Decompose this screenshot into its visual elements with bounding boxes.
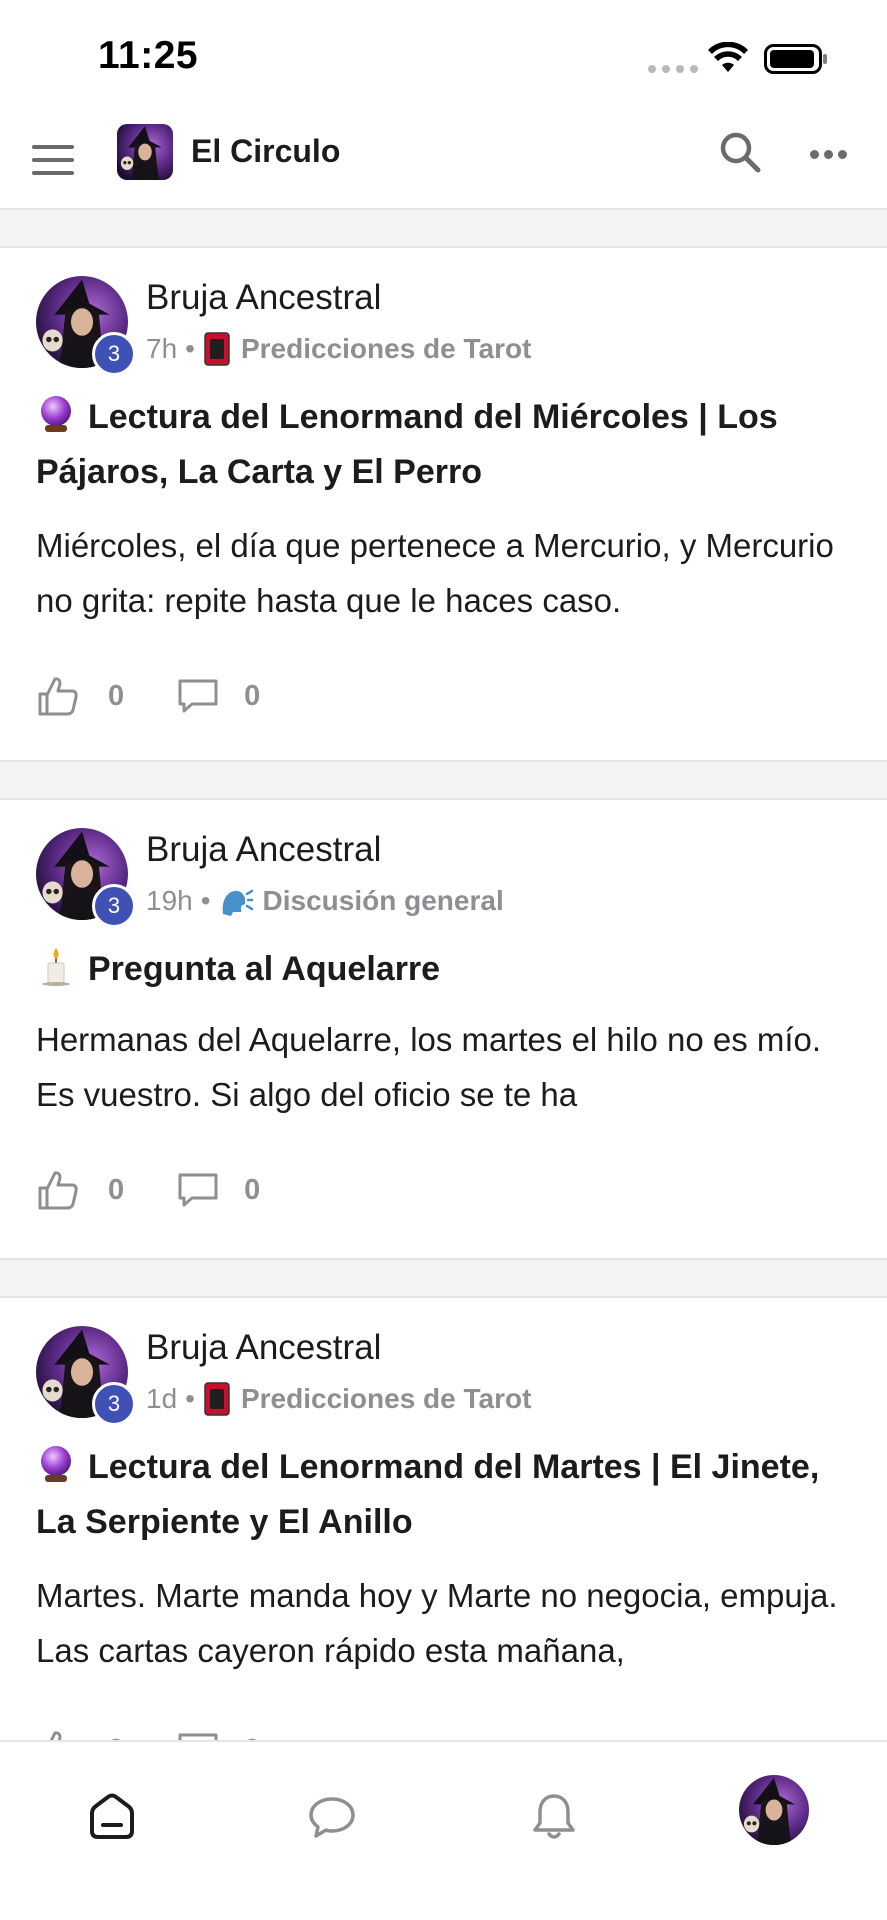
status-bar: 11:25 [0,0,887,110]
post-actions: 0 0 [36,1168,260,1212]
post-card[interactable]: 3 Bruja Ancestral 19h • Discusión genera… [0,800,887,1260]
feed-separator [0,1260,887,1298]
battery-icon [764,44,827,74]
post-meta: 1d • Predicciones de Tarot [146,1382,531,1416]
meta-separator: • [200,885,211,916]
post-time: 1d [146,1383,178,1414]
tab-profile[interactable] [738,1774,810,1846]
post-title[interactable]: Lectura del Lenormand del Martes | El Ji… [36,1440,856,1550]
post-title[interactable]: Pregunta al Aquelarre [36,942,856,997]
home-icon [90,1793,134,1839]
post-title-text: Pregunta al Aquelarre [88,950,441,988]
post-category[interactable]: Discusión general [263,885,504,917]
like-icon[interactable] [36,674,80,718]
wifi-icon [708,42,748,72]
post-time: 19h [146,885,193,916]
comment-icon[interactable] [176,1168,220,1212]
meta-separator: • [185,333,195,364]
author-avatar[interactable]: 3 [36,276,136,376]
post-actions: 0 0 [36,1728,260,1740]
post-actions: 0 0 [36,674,260,718]
post-category[interactable]: Predicciones de Tarot [241,333,531,365]
post-card[interactable]: 3 Bruja Ancestral 7h • Predicciones de T… [0,248,887,762]
feed-separator [0,210,887,248]
post-feed[interactable]: 3 Bruja Ancestral 7h • Predicciones de T… [0,210,887,1740]
like-icon[interactable] [36,1168,80,1212]
post-meta: 19h • Discusión general [146,884,504,918]
level-badge: 3 [92,1382,136,1426]
cellular-signal-icon [648,65,698,73]
post-excerpt[interactable]: Martes. Marte manda hoy y Marte no negoc… [36,1568,866,1678]
like-icon[interactable] [36,1728,80,1740]
feed-separator [0,762,887,800]
candle-emoji-icon [42,948,70,986]
like-count: 0 [108,679,125,712]
tab-home[interactable] [77,1782,147,1852]
author-avatar[interactable]: 3 [36,828,136,928]
comment-icon[interactable] [176,1728,220,1740]
level-badge: 3 [92,332,136,376]
like-count: 0 [108,1173,125,1206]
crystal-ball-emoji-icon [41,1446,71,1482]
post-title-text: Lectura del Lenormand del Miércoles | Lo… [36,398,778,491]
author-name[interactable]: Bruja Ancestral [146,1328,381,1368]
post-title-text: Lectura del Lenormand del Martes | El Ji… [36,1448,820,1541]
comment-count: 0 [244,679,261,712]
author-name[interactable]: Bruja Ancestral [146,278,381,318]
author-name[interactable]: Bruja Ancestral [146,830,381,870]
menu-icon[interactable] [32,138,76,182]
tab-notifications[interactable] [519,1782,589,1852]
more-icon[interactable] [810,134,858,174]
chat-icon [309,1797,355,1838]
tab-chat[interactable] [297,1782,367,1852]
community-logo[interactable] [117,124,173,180]
post-time: 7h [146,333,178,364]
comment-count: 0 [244,1173,261,1206]
community-title[interactable]: El Circulo [191,133,340,170]
search-icon[interactable] [716,128,764,176]
comment-icon[interactable] [176,674,220,718]
tarot-card-emoji-icon [204,332,230,366]
post-meta: 7h • Predicciones de Tarot [146,332,531,366]
tarot-card-emoji-icon [204,1382,230,1416]
level-badge: 3 [92,884,136,928]
profile-avatar [739,1775,809,1845]
speaking-head-emoji-icon [222,889,253,916]
post-card[interactable]: 3 Bruja Ancestral 1d • Predicciones de T… [0,1298,887,1740]
status-time: 11:25 [98,34,199,77]
post-excerpt[interactable]: Hermanas del Aquelarre, los martes el hi… [36,1012,866,1122]
bottom-tab-bar [0,1740,887,1920]
meta-separator: • [185,1383,195,1414]
bell-icon [533,1794,575,1839]
crystal-ball-emoji-icon [41,396,71,432]
author-avatar[interactable]: 3 [36,1326,136,1426]
post-excerpt[interactable]: Miércoles, el día que pertenece a Mercur… [36,518,866,628]
post-category[interactable]: Predicciones de Tarot [241,1383,531,1415]
post-title[interactable]: Lectura del Lenormand del Miércoles | Lo… [36,390,856,500]
app-header: El Circulo [0,110,887,210]
